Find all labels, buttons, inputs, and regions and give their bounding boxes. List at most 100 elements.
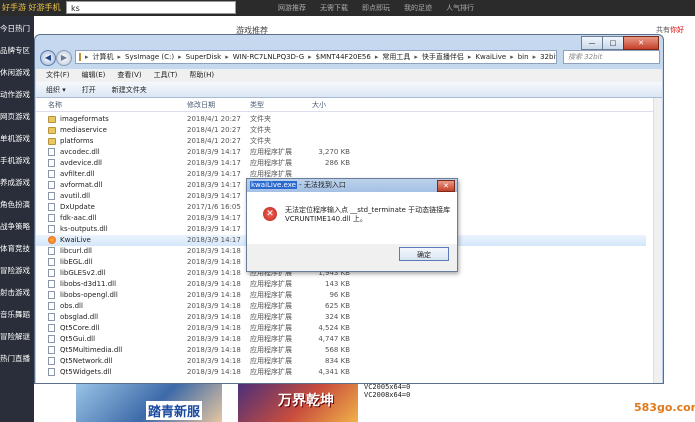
leftnav-item[interactable]: 网页游戏 bbox=[0, 111, 34, 122]
file-date: 2018/3/9 14:17 bbox=[187, 192, 241, 200]
topnav-item[interactable]: 我的足迹 bbox=[404, 0, 432, 16]
file-row[interactable]: libobs-d3d11.dll 2018/3/9 14:18 应用程序扩展 143 … bbox=[36, 279, 646, 290]
breadcrumb-item[interactable]: SuperDisk bbox=[186, 53, 222, 61]
file-type: 应用程序扩展 bbox=[250, 159, 292, 167]
leftnav-item[interactable]: 休闲游戏 bbox=[0, 67, 34, 78]
leftnav-item[interactable]: 手机游戏 bbox=[0, 155, 34, 166]
leftnav-item[interactable]: 体育竞技 bbox=[0, 243, 34, 254]
ok-button[interactable]: 确定 bbox=[399, 247, 449, 261]
file-date: 2018/3/9 14:18 bbox=[187, 269, 241, 277]
error-icon: ✕ bbox=[263, 207, 277, 221]
file-row[interactable]: mediaservice 2018/4/1 20:27 文件夹 bbox=[36, 125, 646, 136]
leftnav-item[interactable]: 动作游戏 bbox=[0, 89, 34, 100]
breadcrumb-item[interactable]: KwaiLive bbox=[475, 53, 506, 61]
column-size[interactable]: 大小 bbox=[312, 100, 326, 110]
address-bar[interactable]: ▸ 计算机 ▸ SysImage (C:) ▸ SuperDisk ▸ WIN-RC7L… bbox=[75, 50, 557, 64]
file-name: fdk-aac.dll bbox=[60, 214, 97, 222]
menu-item-file[interactable]: 文件(F) bbox=[46, 69, 70, 82]
file-size: 286 KB bbox=[325, 159, 350, 167]
breadcrumb-item[interactable]: 常用工具 bbox=[382, 52, 410, 62]
file-row[interactable]: avdevice.dll 2018/3/9 14:17 应用程序扩展 286 KB bbox=[36, 158, 646, 169]
right-note-text: 共有 bbox=[656, 26, 670, 34]
leftnav-item[interactable]: 品牌专区 bbox=[0, 45, 34, 56]
file-date: 2018/3/9 14:18 bbox=[187, 291, 241, 299]
dialog-message: 无法定位程序输入点 __std_terminate 于动态链接库 VCRUNTI… bbox=[285, 206, 451, 223]
column-date[interactable]: 修改日期 bbox=[187, 100, 215, 110]
topnav-item[interactable]: 无需下载 bbox=[320, 0, 348, 16]
file-date: 2018/3/9 14:18 bbox=[187, 302, 241, 310]
menu-item-tools[interactable]: 工具(T) bbox=[154, 69, 178, 82]
file-size: 834 KB bbox=[325, 357, 350, 365]
file-row[interactable]: Qt5Gui.dll 2018/3/9 14:18 应用程序扩展 4,747 KB bbox=[36, 334, 646, 345]
topnav-item[interactable]: 即点即玩 bbox=[362, 0, 390, 16]
file-type: 应用程序扩展 bbox=[250, 357, 292, 365]
folder-search-input[interactable]: 搜索 32bit bbox=[563, 50, 660, 64]
file-row[interactable]: Qt5Network.dll 2018/3/9 14:18 应用程序扩展 834 KB bbox=[36, 356, 646, 367]
site-search-input[interactable]: ks bbox=[66, 1, 236, 14]
column-header: 名称 修改日期 类型 大小 bbox=[36, 98, 662, 112]
file-size: 4,341 KB bbox=[318, 368, 350, 376]
file-name: libEGL.dll bbox=[60, 258, 93, 266]
organize-button[interactable]: 组织 ▾ bbox=[46, 82, 66, 97]
menu-item-help[interactable]: 帮助(H) bbox=[189, 69, 214, 82]
breadcrumb-item[interactable]: 快手直播伴侣 bbox=[422, 52, 464, 62]
vertical-scrollbar[interactable] bbox=[653, 98, 662, 383]
breadcrumb-item[interactable]: $MNT44F20E56 bbox=[316, 53, 371, 61]
open-button[interactable]: 打开 bbox=[82, 82, 96, 97]
file-row[interactable]: Qt5Multimedia.dll 2018/3/9 14:18 应用程序扩展 568… bbox=[36, 345, 646, 356]
breadcrumb-item[interactable]: bin bbox=[518, 53, 529, 61]
breadcrumb-item[interactable]: WIN-RC7LNLPQ3D-G bbox=[233, 53, 304, 61]
dialog-close-button[interactable]: ✕ bbox=[437, 180, 455, 192]
file-row[interactable]: Qt5Core.dll 2018/3/9 14:18 应用程序扩展 4,524 KB bbox=[36, 323, 646, 334]
file-date: 2018/4/1 20:27 bbox=[187, 126, 241, 134]
column-type[interactable]: 类型 bbox=[250, 100, 264, 110]
leftnav-item[interactable]: 冒险解谜 bbox=[0, 331, 34, 342]
file-name: libGLESv2.dll bbox=[60, 269, 106, 277]
leftnav-item[interactable]: 养成游戏 bbox=[0, 177, 34, 188]
menu-item-view[interactable]: 查看(V) bbox=[117, 69, 141, 82]
leftnav-item[interactable]: 战争策略 bbox=[0, 221, 34, 232]
leftnav-item[interactable]: 今日热门 bbox=[0, 23, 34, 34]
file-row[interactable]: Qt5Widgets.dll 2018/3/9 14:18 应用程序扩展 4,341 … bbox=[36, 367, 646, 378]
file-row[interactable]: avcodec.dll 2018/3/9 14:17 应用程序扩展 3,270 KB bbox=[36, 147, 646, 158]
file-date: 2018/3/9 14:17 bbox=[187, 236, 241, 244]
leftnav-item[interactable]: 单机游戏 bbox=[0, 133, 34, 144]
breadcrumb-item[interactable]: 计算机 bbox=[93, 52, 114, 62]
breadcrumb-item[interactable]: SysImage (C:) bbox=[125, 53, 174, 61]
site-logo[interactable]: 好手游 好游手机 bbox=[0, 0, 64, 16]
file-name: Qt5Gui.dll bbox=[60, 335, 96, 343]
file-icon bbox=[48, 280, 55, 288]
file-name: avutil.dll bbox=[60, 192, 91, 200]
leftnav-item[interactable]: 音乐舞蹈 bbox=[0, 309, 34, 320]
topnav-item[interactable]: 网游推荐 bbox=[278, 0, 306, 16]
file-date: 2018/3/9 14:18 bbox=[187, 280, 241, 288]
minimize-button[interactable]: — bbox=[581, 36, 603, 50]
leftnav-item[interactable]: 射击游戏 bbox=[0, 287, 34, 298]
topnav-item[interactable]: 人气排行 bbox=[446, 0, 474, 16]
file-row[interactable]: obsglad.dll 2018/3/9 14:18 应用程序扩展 324 KB bbox=[36, 312, 646, 323]
forward-arrow-icon[interactable]: ▶ bbox=[56, 50, 72, 66]
file-row[interactable]: imageformats 2018/4/1 20:27 文件夹 bbox=[36, 114, 646, 125]
new-folder-button[interactable]: 新建文件夹 bbox=[112, 82, 147, 97]
leftnav-item[interactable]: 角色扮演 bbox=[0, 199, 34, 210]
file-icon bbox=[48, 192, 55, 200]
game-thumbnail-label: 万界乾坤 bbox=[278, 393, 334, 409]
close-button[interactable]: ✕ bbox=[623, 36, 659, 50]
leftnav-item[interactable]: 热门直播 bbox=[0, 353, 34, 364]
menu-item-edit[interactable]: 编辑(E) bbox=[82, 69, 106, 82]
file-name: imageformats bbox=[60, 115, 109, 123]
file-icon bbox=[48, 203, 55, 211]
file-row[interactable]: libobs-opengl.dll 2018/3/9 14:18 应用程序扩展 96 … bbox=[36, 290, 646, 301]
dialog-title-text: - 无法找到入口 bbox=[296, 181, 346, 189]
column-name[interactable]: 名称 bbox=[48, 100, 62, 110]
file-row[interactable]: obs.dll 2018/3/9 14:18 应用程序扩展 625 KB bbox=[36, 301, 646, 312]
back-arrow-icon[interactable]: ◀ bbox=[40, 50, 56, 66]
file-row[interactable]: platforms 2018/4/1 20:27 文件夹 bbox=[36, 136, 646, 147]
maximize-button[interactable]: □ bbox=[602, 36, 624, 50]
leftnav-item[interactable]: 冒险游戏 bbox=[0, 265, 34, 276]
file-name: Qt5Multimedia.dll bbox=[60, 346, 123, 354]
breadcrumb-item[interactable]: 32bit bbox=[540, 53, 556, 61]
file-name: libobs-d3d11.dll bbox=[60, 280, 117, 288]
folder-icon bbox=[48, 116, 56, 123]
file-icon bbox=[48, 148, 55, 156]
